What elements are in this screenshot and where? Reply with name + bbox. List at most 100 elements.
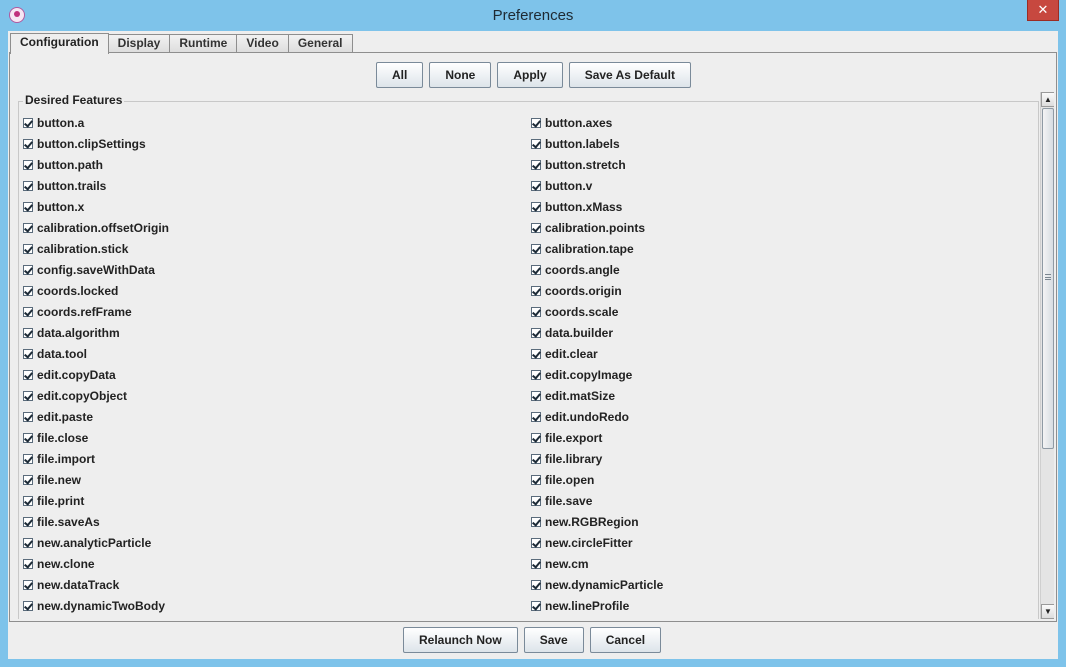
- feature-checkbox-row[interactable]: edit.undoRedo: [531, 406, 663, 427]
- feature-checkbox-row[interactable]: new.dataTrack: [23, 574, 169, 595]
- checkbox-checked-icon[interactable]: [531, 180, 541, 191]
- checkbox-checked-icon[interactable]: [23, 390, 33, 401]
- vertical-scrollbar[interactable]: ▲ ▼: [1040, 92, 1054, 619]
- checkbox-checked-icon[interactable]: [23, 201, 33, 212]
- tab-general[interactable]: General: [287, 34, 353, 53]
- checkbox-checked-icon[interactable]: [23, 495, 33, 506]
- feature-checkbox-row[interactable]: new.lineProfile: [531, 595, 663, 616]
- feature-checkbox-row[interactable]: button.xMass: [531, 196, 663, 217]
- checkbox-checked-icon[interactable]: [531, 516, 541, 527]
- feature-checkbox-row[interactable]: edit.paste: [23, 406, 169, 427]
- relaunch-now-button[interactable]: Relaunch Now: [403, 627, 518, 653]
- checkbox-checked-icon[interactable]: [23, 432, 33, 443]
- checkbox-checked-icon[interactable]: [531, 579, 541, 590]
- feature-checkbox-row[interactable]: new.RGBRegion: [531, 511, 663, 532]
- feature-checkbox-row[interactable]: file.close: [23, 427, 169, 448]
- checkbox-checked-icon[interactable]: [531, 474, 541, 485]
- checkbox-checked-icon[interactable]: [23, 369, 33, 380]
- checkbox-checked-icon[interactable]: [23, 264, 33, 275]
- checkbox-checked-icon[interactable]: [23, 138, 33, 149]
- checkbox-checked-icon[interactable]: [531, 159, 541, 170]
- feature-checkbox-row[interactable]: coords.locked: [23, 280, 169, 301]
- feature-checkbox-row[interactable]: data.builder: [531, 322, 663, 343]
- checkbox-checked-icon[interactable]: [531, 243, 541, 254]
- feature-checkbox-row[interactable]: edit.copyData: [23, 364, 169, 385]
- tab-runtime[interactable]: Runtime: [169, 34, 238, 53]
- feature-checkbox-row[interactable]: file.saveAs: [23, 511, 169, 532]
- features-scroll-pane[interactable]: Desired Features button.a button.clipSett…: [13, 92, 1054, 619]
- feature-checkbox-row[interactable]: new.dynamicParticle: [531, 574, 663, 595]
- save-button[interactable]: Save: [523, 627, 584, 653]
- feature-checkbox-row[interactable]: file.open: [531, 469, 663, 490]
- feature-checkbox-row[interactable]: calibration.stick: [23, 238, 169, 259]
- checkbox-checked-icon[interactable]: [23, 306, 33, 317]
- checkbox-checked-icon[interactable]: [531, 600, 541, 611]
- feature-checkbox-row[interactable]: coords.scale: [531, 301, 663, 322]
- feature-checkbox-row[interactable]: button.clipSettings: [23, 133, 169, 154]
- none-button[interactable]: None: [429, 62, 492, 88]
- checkbox-checked-icon[interactable]: [23, 537, 33, 548]
- checkbox-checked-icon[interactable]: [531, 222, 541, 233]
- checkbox-checked-icon[interactable]: [531, 138, 541, 149]
- feature-checkbox-row[interactable]: button.stretch: [531, 154, 663, 175]
- checkbox-checked-icon[interactable]: [23, 579, 33, 590]
- checkbox-checked-icon[interactable]: [23, 117, 33, 128]
- checkbox-checked-icon[interactable]: [531, 348, 541, 359]
- checkbox-checked-icon[interactable]: [531, 285, 541, 296]
- feature-checkbox-row[interactable]: edit.copyImage: [531, 364, 663, 385]
- checkbox-checked-icon[interactable]: [23, 600, 33, 611]
- checkbox-checked-icon[interactable]: [531, 537, 541, 548]
- checkbox-checked-icon[interactable]: [23, 159, 33, 170]
- title-bar[interactable]: Preferences ✕: [0, 0, 1066, 31]
- checkbox-checked-icon[interactable]: [23, 180, 33, 191]
- close-button[interactable]: ✕: [1027, 0, 1059, 21]
- feature-checkbox-row[interactable]: button.v: [531, 175, 663, 196]
- checkbox-checked-icon[interactable]: [23, 474, 33, 485]
- checkbox-checked-icon[interactable]: [23, 453, 33, 464]
- feature-checkbox-row[interactable]: coords.origin: [531, 280, 663, 301]
- feature-checkbox-row[interactable]: calibration.points: [531, 217, 663, 238]
- tab-video[interactable]: Video: [236, 34, 289, 53]
- checkbox-checked-icon[interactable]: [531, 432, 541, 443]
- scrollbar-thumb[interactable]: [1042, 108, 1054, 449]
- feature-checkbox-row[interactable]: file.library: [531, 448, 663, 469]
- checkbox-checked-icon[interactable]: [531, 117, 541, 128]
- feature-checkbox-row[interactable]: button.x: [23, 196, 169, 217]
- feature-checkbox-row[interactable]: edit.matSize: [531, 385, 663, 406]
- checkbox-checked-icon[interactable]: [531, 327, 541, 338]
- feature-checkbox-row[interactable]: data.tool: [23, 343, 169, 364]
- feature-checkbox-row[interactable]: coords.angle: [531, 259, 663, 280]
- feature-checkbox-row[interactable]: file.save: [531, 490, 663, 511]
- feature-checkbox-row[interactable]: edit.clear: [531, 343, 663, 364]
- tab-display[interactable]: Display: [107, 34, 171, 53]
- feature-checkbox-row[interactable]: edit.copyObject: [23, 385, 169, 406]
- checkbox-checked-icon[interactable]: [531, 390, 541, 401]
- feature-checkbox-row[interactable]: new.dynamicTwoBody: [23, 595, 169, 616]
- checkbox-checked-icon[interactable]: [23, 285, 33, 296]
- feature-checkbox-row[interactable]: calibration.tape: [531, 238, 663, 259]
- feature-checkbox-row[interactable]: new.clone: [23, 553, 169, 574]
- checkbox-checked-icon[interactable]: [531, 306, 541, 317]
- checkbox-checked-icon[interactable]: [531, 495, 541, 506]
- feature-checkbox-row[interactable]: data.algorithm: [23, 322, 169, 343]
- feature-checkbox-row[interactable]: file.import: [23, 448, 169, 469]
- feature-checkbox-row[interactable]: file.print: [23, 490, 169, 511]
- feature-checkbox-row[interactable]: config.saveWithData: [23, 259, 169, 280]
- checkbox-checked-icon[interactable]: [531, 453, 541, 464]
- feature-checkbox-row[interactable]: coords.refFrame: [23, 301, 169, 322]
- feature-checkbox-row[interactable]: new.cm: [531, 553, 663, 574]
- save-as-default-button[interactable]: Save As Default: [568, 62, 691, 88]
- feature-checkbox-row[interactable]: file.new: [23, 469, 169, 490]
- checkbox-checked-icon[interactable]: [531, 201, 541, 212]
- checkbox-checked-icon[interactable]: [23, 222, 33, 233]
- checkbox-checked-icon[interactable]: [531, 264, 541, 275]
- checkbox-checked-icon[interactable]: [531, 369, 541, 380]
- scroll-down-arrow-icon[interactable]: ▼: [1041, 604, 1054, 619]
- checkbox-checked-icon[interactable]: [23, 348, 33, 359]
- feature-checkbox-row[interactable]: button.trails: [23, 175, 169, 196]
- feature-checkbox-row[interactable]: file.export: [531, 427, 663, 448]
- apply-button[interactable]: Apply: [497, 62, 563, 88]
- feature-checkbox-row[interactable]: new.circleFitter: [531, 532, 663, 553]
- checkbox-checked-icon[interactable]: [23, 411, 33, 422]
- feature-checkbox-row[interactable]: button.a: [23, 112, 169, 133]
